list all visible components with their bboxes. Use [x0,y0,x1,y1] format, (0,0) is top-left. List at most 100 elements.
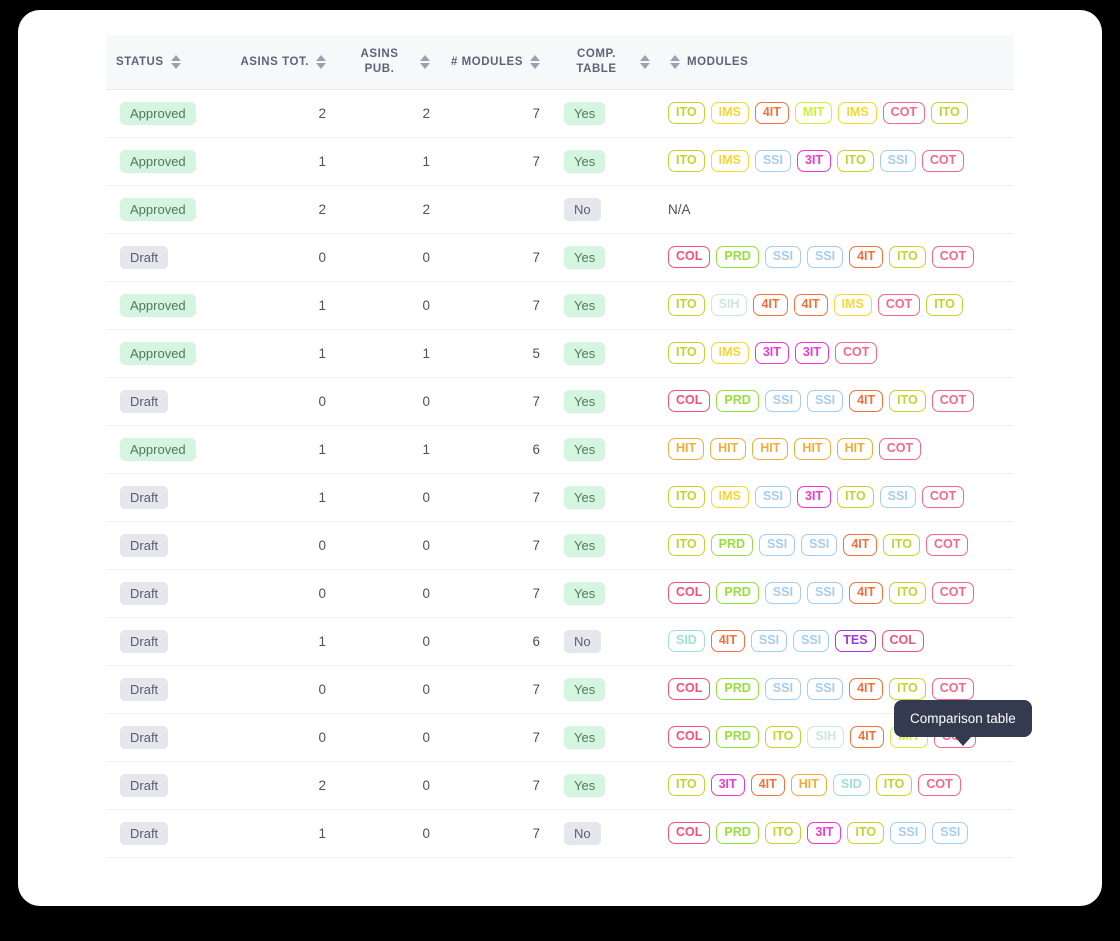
module-badge[interactable]: COT [921,485,965,509]
module-badge[interactable]: SSI [764,389,801,413]
module-badge[interactable]: PRD [716,245,759,269]
table-row[interactable]: Approved 1 0 7 Yes ITO SIH 4IT 4IT IMS COT ITO [106,281,1014,329]
module-badge[interactable]: COT [931,245,975,269]
table-row[interactable]: Draft 0 0 7 Yes COL PRD SSI SSI 4IT ITO COT [106,233,1014,281]
module-badge[interactable]: SSI [764,245,801,269]
module-badge[interactable]: PRD [716,821,759,845]
module-badge[interactable]: COT [834,341,878,365]
module-badge[interactable]: ITO [668,149,705,173]
sort-icon-num-modules[interactable] [530,54,540,69]
module-badge[interactable]: COT [921,149,965,173]
module-badge[interactable]: ITO [837,149,874,173]
table-row[interactable]: Draft 1 0 7 No COL PRD ITO 3IT ITO SSI SSI [106,809,1014,857]
module-badge[interactable]: SSI [890,821,927,845]
module-badge[interactable]: SSI [801,533,838,557]
module-badge[interactable]: COT [931,677,975,701]
module-badge[interactable]: TES [835,629,876,653]
column-header-comp-table[interactable]: COMP. TABLE [550,35,660,90]
module-badge[interactable]: IMS [710,101,749,125]
module-badge[interactable]: ITO [668,341,705,365]
table-row[interactable]: Approved 2 2 7 Yes ITO IMS 4IT MIT IMS COT ITO [106,89,1014,137]
module-badge[interactable]: COL [668,725,711,749]
module-badge[interactable]: MIT [794,101,833,125]
module-badge[interactable]: COT [918,773,961,797]
table-row[interactable]: Draft 0 0 7 Yes COL PRD SSI SSI 4IT ITO COT [106,377,1014,425]
module-badge[interactable]: SSI [879,485,916,509]
module-badge[interactable]: ITO [889,245,926,269]
module-badge[interactable]: SID [832,773,870,797]
module-badge[interactable]: SSI [806,677,844,701]
module-badge[interactable]: ITO [668,293,705,317]
module-badge[interactable]: IMS [838,101,877,125]
module-badge[interactable]: SIH [807,725,845,749]
module-badge[interactable]: ITO [889,677,926,701]
column-header-asins-pub[interactable]: ASINS PUB. [336,35,440,90]
module-badge[interactable]: 3IT [807,821,842,845]
sort-icon-asins-pub[interactable] [420,54,430,69]
module-badge[interactable]: COT [931,581,975,605]
module-badge[interactable]: COT [926,533,969,557]
module-badge[interactable]: COL [668,581,711,605]
sort-icon-modules[interactable] [670,54,680,69]
table-row[interactable]: Draft 2 0 7 Yes ITO 3IT 4IT HIT SID ITO COT [106,761,1014,809]
module-badge[interactable]: ITO [764,821,802,845]
module-badge[interactable]: COL [668,821,711,845]
module-badge[interactable]: SSI [754,149,791,173]
module-badge[interactable]: 4IT [750,773,785,797]
module-badge[interactable]: ITO [668,485,705,509]
module-badge[interactable]: ITO [889,389,926,413]
sort-icon-comp-table[interactable] [640,54,650,69]
module-badge[interactable]: HIT [836,437,873,461]
module-badge[interactable]: 4IT [850,725,885,749]
module-badge[interactable]: COT [882,101,926,125]
module-badge[interactable]: COT [878,437,922,461]
module-badge[interactable]: ITO [668,101,705,125]
module-badge[interactable]: IMS [710,485,749,509]
module-badge[interactable]: ITO [668,533,705,557]
module-badge[interactable]: 4IT [710,629,745,653]
module-badge[interactable]: HIT [752,437,789,461]
module-badge[interactable]: 4IT [849,581,884,605]
module-badge[interactable]: HIT [794,437,831,461]
module-badge[interactable]: 3IT [797,485,832,509]
module-badge[interactable]: ITO [926,293,963,317]
module-badge[interactable]: ITO [875,773,913,797]
module-badge[interactable]: ITO [764,725,802,749]
module-badge[interactable]: 4IT [753,293,788,317]
module-badge[interactable]: PRD [716,725,759,749]
module-badge[interactable]: COT [931,389,975,413]
module-badge[interactable]: ITO [883,533,920,557]
module-badge[interactable]: 3IT [797,149,832,173]
module-badge[interactable]: IMS [710,149,749,173]
module-badge[interactable]: SSI [879,149,916,173]
column-header-asins-tot[interactable]: ASINS TOT. [228,35,336,90]
table-row[interactable]: Draft007YesCOLPRDITOSIH4ITMITCOT [106,713,1014,761]
module-badge[interactable]: COT [877,293,921,317]
table-row[interactable]: Approved 1 1 5 Yes ITO IMS 3IT 3IT COT [106,329,1014,377]
column-header-num-modules[interactable]: # MODULES [440,35,550,90]
module-badge[interactable]: COL [668,245,711,269]
module-badge[interactable]: HIT [790,773,827,797]
module-badge[interactable]: PRD [716,581,759,605]
module-badge[interactable]: 4IT [843,533,878,557]
module-badge[interactable]: SSI [806,581,844,605]
module-badge[interactable]: SSI [932,821,969,845]
module-badge[interactable]: SID [668,629,705,653]
module-badge[interactable]: ITO [668,773,705,797]
module-badge[interactable]: SSI [793,629,830,653]
module-badge[interactable]: SSI [806,245,844,269]
table-row[interactable]: Draft 1 0 7 Yes ITO IMS SSI 3IT ITO SSI COT [106,473,1014,521]
module-badge[interactable]: ITO [931,101,968,125]
module-badge[interactable]: SIH [710,293,748,317]
module-badge[interactable]: COL [881,629,924,653]
module-badge[interactable]: SSI [764,581,801,605]
table-row[interactable]: Draft 0 0 7 Yes ITO PRD SSI SSI 4IT ITO COT [106,521,1014,569]
table-row[interactable]: Draft 0 0 7 Yes COL PRD SSI SSI 4IT ITO COT [106,665,1014,713]
module-badge[interactable]: 4IT [793,293,828,317]
sort-icon-status[interactable] [170,54,181,69]
sort-icon-asins-tot[interactable] [316,54,326,69]
table-row[interactable]: Approved 2 2 No N/A [106,185,1014,233]
module-badge[interactable]: 4IT [754,101,789,125]
module-badge[interactable]: SSI [759,533,796,557]
module-badge[interactable]: PRD [710,533,754,557]
